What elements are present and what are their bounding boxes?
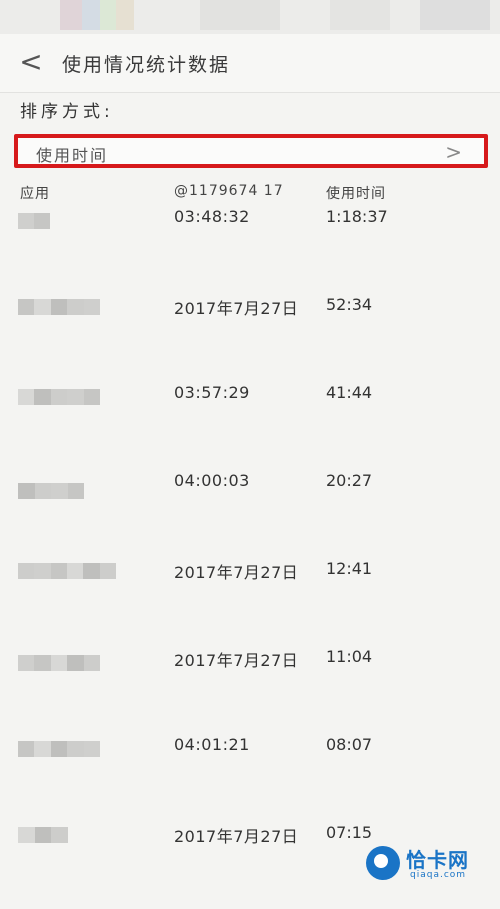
chevron-right-icon: > bbox=[445, 140, 462, 164]
last-used-time: 04:00:03 bbox=[174, 471, 250, 490]
sort-selector[interactable]: 使用时间 > bbox=[14, 134, 488, 168]
last-used-time: 03:48:32 bbox=[174, 207, 250, 226]
sort-value: 使用时间 bbox=[36, 146, 109, 165]
list-item[interactable]: 03:48:32 1:18:37 bbox=[0, 205, 500, 293]
app-icon bbox=[18, 741, 100, 757]
back-icon[interactable]: < bbox=[14, 46, 48, 80]
watermark-sub: qiaqa.com bbox=[410, 870, 467, 880]
usage-duration: 1:18:37 bbox=[326, 207, 388, 226]
app-icon bbox=[18, 213, 50, 229]
page-title: 使用情况统计数据 bbox=[62, 54, 231, 76]
usage-duration: 12:41 bbox=[326, 559, 373, 578]
watermark-text: 恰卡网 bbox=[406, 848, 469, 872]
usage-duration: 07:15 bbox=[326, 823, 373, 842]
app-icon bbox=[18, 563, 116, 579]
usage-duration: 20:27 bbox=[326, 471, 373, 490]
usage-duration: 41:44 bbox=[326, 383, 373, 402]
list-item[interactable]: 03:57:29 41:44 bbox=[0, 381, 500, 469]
last-used-time: 2017年7月27日 bbox=[174, 651, 299, 670]
app-icon bbox=[18, 299, 100, 315]
title-bar: < 使用情况统计数据 bbox=[0, 34, 500, 93]
watermark: 恰卡网 qiaqa.com bbox=[366, 844, 492, 884]
column-header-app: 应用 bbox=[20, 186, 50, 202]
last-used-time: 04:01:21 bbox=[174, 735, 250, 754]
list-item[interactable]: 2017年7月27日 52:34 bbox=[0, 293, 500, 381]
status-blur bbox=[60, 0, 82, 30]
status-blur bbox=[330, 0, 390, 30]
list-item[interactable]: 04:01:21 08:07 bbox=[0, 733, 500, 821]
app-icon bbox=[18, 827, 68, 843]
app-icon bbox=[18, 655, 100, 671]
usage-duration: 11:04 bbox=[326, 647, 373, 666]
list-item[interactable]: 2017年7月27日 11:04 bbox=[0, 645, 500, 733]
last-used-time: 2017年7月27日 bbox=[174, 827, 299, 846]
column-header-usage: 使用时间 bbox=[326, 186, 386, 202]
app-icon bbox=[18, 389, 100, 405]
column-header-time: @1179674 17 bbox=[174, 183, 284, 199]
usage-duration: 52:34 bbox=[326, 295, 373, 314]
sort-label: 排序方式: bbox=[20, 102, 114, 122]
status-blur bbox=[200, 0, 280, 30]
status-blur bbox=[82, 0, 100, 30]
list-item[interactable]: 2017年7月27日 12:41 bbox=[0, 557, 500, 645]
usage-duration: 08:07 bbox=[326, 735, 373, 754]
status-blur bbox=[420, 0, 490, 30]
app-icon bbox=[18, 483, 84, 499]
status-blur bbox=[100, 0, 116, 30]
status-blur bbox=[116, 0, 134, 30]
list-item[interactable]: 04:00:03 20:27 bbox=[0, 469, 500, 557]
status-bar bbox=[0, 0, 500, 34]
last-used-time: 2017年7月27日 bbox=[174, 299, 299, 318]
last-used-time: 03:57:29 bbox=[174, 383, 250, 402]
last-used-time: 2017年7月27日 bbox=[174, 563, 299, 582]
watermark-logo-icon bbox=[366, 846, 400, 880]
